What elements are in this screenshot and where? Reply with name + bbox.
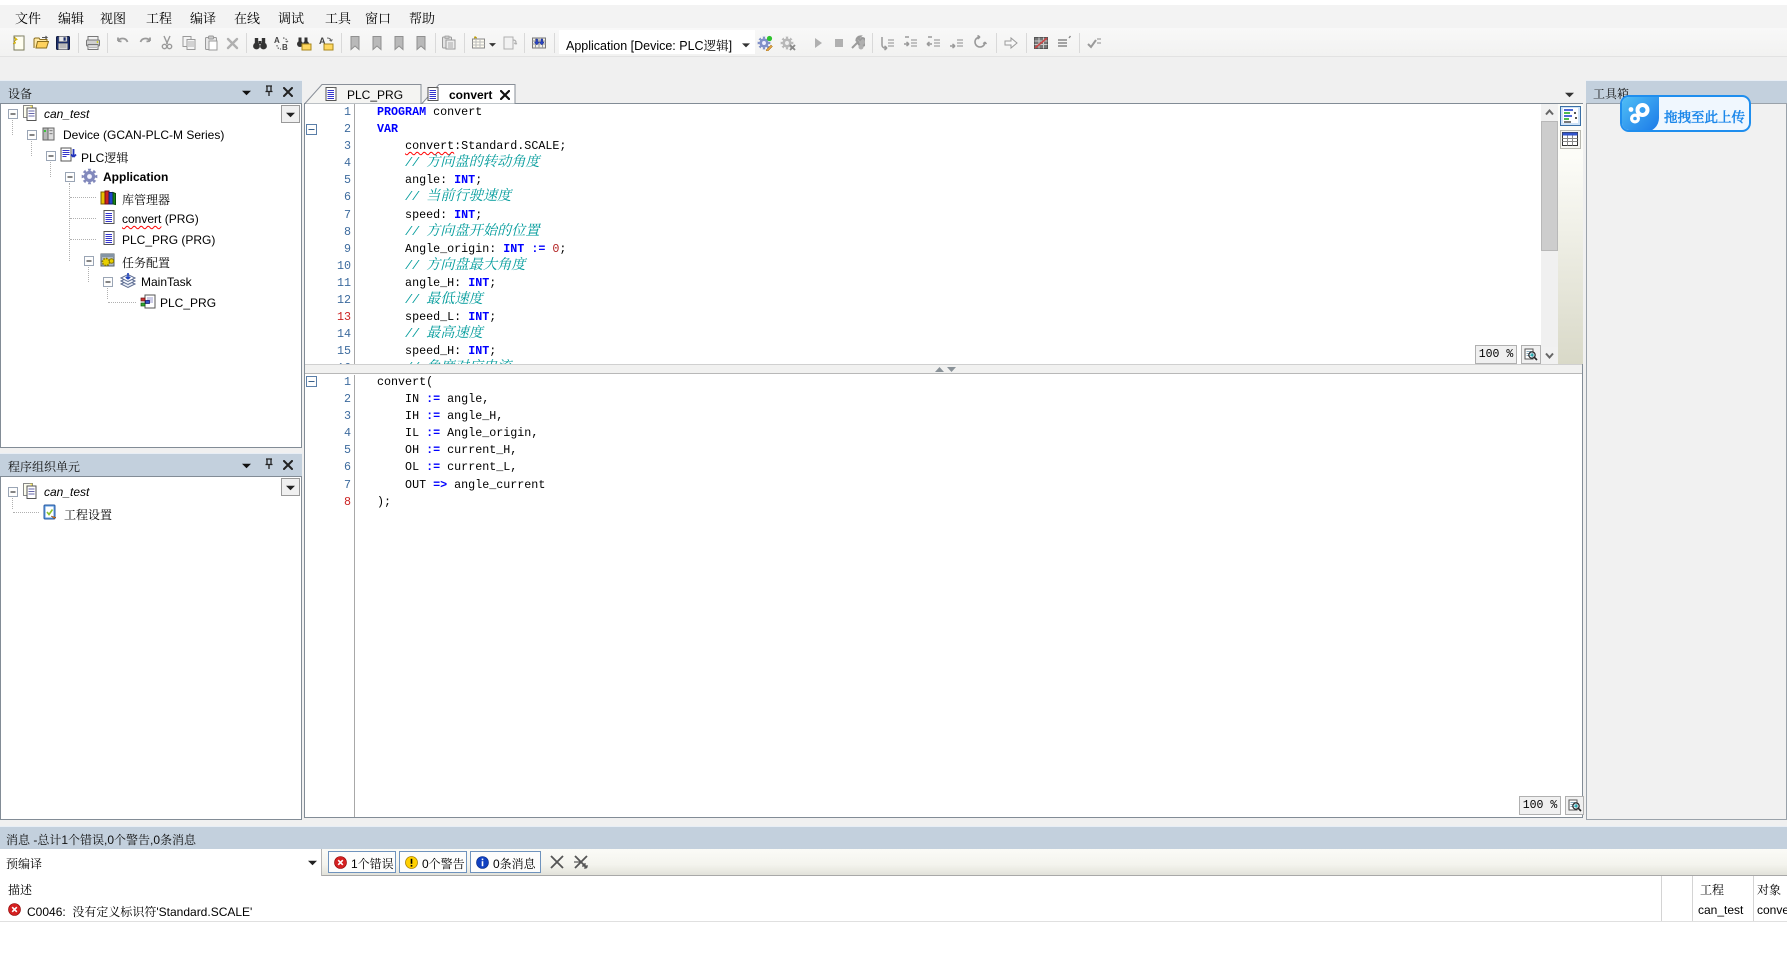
svg-text:B: B xyxy=(282,43,288,51)
svg-text:A: A xyxy=(274,36,280,45)
